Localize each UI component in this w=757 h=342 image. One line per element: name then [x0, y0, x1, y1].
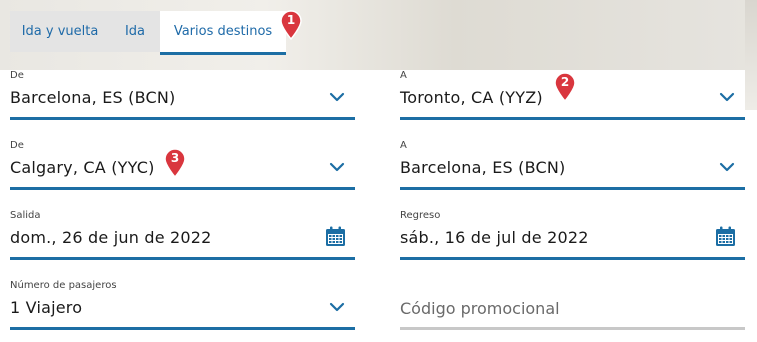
- field-value: sáb., 16 de jul de 2022: [400, 228, 589, 247]
- field-value: Toronto, CA (YYZ): [400, 88, 543, 107]
- map-pin-icon: 1: [279, 10, 303, 40]
- destination-field-2[interactable]: A Barcelona, ES (BCN): [400, 140, 745, 190]
- field-label: Salida: [10, 210, 41, 221]
- origin-field-1[interactable]: De Barcelona, ES (BCN): [10, 70, 355, 120]
- marker-number: 2: [560, 75, 570, 89]
- trip-type-tabs: Ida y vuelta Ida Varios destinos: [10, 11, 286, 55]
- marker-number: 1: [286, 13, 296, 27]
- field-value: Barcelona, ES (BCN): [400, 158, 566, 177]
- chevron-down-icon[interactable]: [329, 302, 345, 312]
- tab-one-way[interactable]: Ida: [110, 11, 160, 52]
- field-underline: [10, 327, 355, 330]
- map-pin-icon: 3: [163, 148, 187, 178]
- field-underline: [400, 257, 745, 260]
- field-underline: [400, 187, 745, 190]
- calendar-icon[interactable]: [325, 226, 346, 247]
- calendar-icon[interactable]: [715, 226, 736, 247]
- field-underline: [400, 327, 745, 330]
- field-value: Barcelona, ES (BCN): [10, 88, 176, 107]
- chevron-down-icon[interactable]: [329, 162, 345, 172]
- passengers-field[interactable]: Número de pasajeros 1 Viajero: [10, 280, 355, 330]
- tab-round-trip[interactable]: Ida y vuelta: [10, 11, 110, 52]
- field-label: Número de pasajeros: [10, 280, 117, 291]
- field-underline: [400, 117, 745, 120]
- field-underline: [10, 187, 355, 190]
- promo-code-placeholder: Código promocional: [400, 299, 560, 318]
- field-value: Calgary, CA (YYC): [10, 158, 155, 177]
- field-label: A: [400, 140, 407, 151]
- marker-number: 3: [170, 151, 180, 165]
- chevron-down-icon[interactable]: [719, 162, 735, 172]
- field-label: De: [10, 70, 24, 81]
- chevron-down-icon[interactable]: [719, 92, 735, 102]
- field-underline: [10, 257, 355, 260]
- field-value: 1 Viajero: [10, 298, 83, 317]
- departure-date-field[interactable]: Salida dom., 26 de jun de 2022: [10, 210, 355, 260]
- promo-code-input[interactable]: Código promocional: [400, 280, 745, 330]
- background-edge: [745, 0, 757, 110]
- field-label: Regreso: [400, 210, 441, 221]
- map-pin-icon: 2: [553, 72, 577, 102]
- field-label: A: [400, 70, 407, 81]
- field-underline: [10, 117, 355, 120]
- field-value: dom., 26 de jun de 2022: [10, 228, 212, 247]
- chevron-down-icon[interactable]: [329, 92, 345, 102]
- tab-multi-city[interactable]: Varios destinos: [160, 11, 286, 55]
- field-label: De: [10, 140, 24, 151]
- return-date-field[interactable]: Regreso sáb., 16 de jul de 2022: [400, 210, 745, 260]
